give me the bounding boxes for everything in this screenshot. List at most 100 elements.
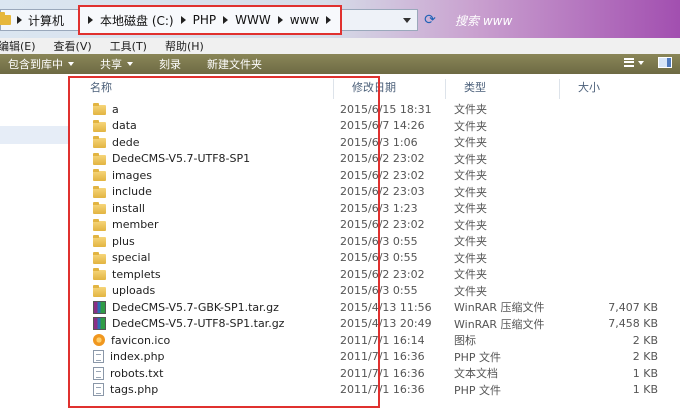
breadcrumb-www[interactable]: www [290,13,319,27]
file-size: 7,407 KB [608,300,658,314]
breadcrumb-drive-c[interactable]: 本地磁盘 (C:) [100,12,174,29]
file-row[interactable]: uploads 2015/6/3 0:55 文件夹 [72,283,680,300]
chevron-right-icon[interactable] [17,16,22,24]
file-row[interactable]: robots.txt 2011/7/1 16:36 文本文档 1 KB [72,365,680,382]
column-date-modified[interactable]: 修改日期 [334,79,446,99]
share-button[interactable]: 共享 [100,56,133,72]
file-name-cell[interactable]: uploads [72,284,334,297]
file-name-cell[interactable]: install [72,202,334,215]
file-row[interactable]: dede 2015/6/3 1:06 文件夹 [72,134,680,151]
file-name-cell[interactable]: index.php [72,350,334,364]
folder-icon [93,169,106,182]
menu-help[interactable]: 帮助(H) [165,38,204,54]
file-type: 文件夹 [454,202,487,216]
file-name-cell[interactable]: plus [72,235,334,248]
chevron-right-icon[interactable] [88,16,93,24]
file-name-cell[interactable]: DedeCMS-V5.7-UTF8-SP1 [72,152,334,165]
file-row[interactable]: templets 2015/6/2 23:02 文件夹 [72,266,680,283]
file-name-cell[interactable]: robots.txt [72,366,334,380]
menu-tools[interactable]: 工具(T) [110,38,147,54]
file-date: 2015/6/15 18:31 [340,102,432,116]
file-name-cell[interactable]: dede [72,136,334,149]
file-name: DedeCMS-V5.7-GBK-SP1.tar.gz [112,300,279,314]
chevron-right-icon[interactable] [180,16,186,24]
folder-icon [93,218,106,231]
column-size[interactable]: 大小 [560,79,680,97]
file-name-cell[interactable]: data [72,119,334,132]
winrar-archive-icon [93,317,106,331]
chevron-right-icon[interactable] [277,16,283,24]
menu-view[interactable]: 查看(V) [54,38,92,54]
file-row[interactable]: DedeCMS-V5.7-GBK-SP1.tar.gz 2015/4/13 11:… [72,299,680,316]
file-name-cell[interactable]: images [72,169,334,182]
file-name: templets [112,267,161,281]
file-row[interactable]: member 2015/6/2 23:02 文件夹 [72,217,680,234]
address-bar: 计算机 本地磁盘 (C:) PHP WWW www ⟳ 搜索 www [0,0,680,38]
file-name-cell[interactable]: DedeCMS-V5.7-UTF8-SP1.tar.gz [72,317,334,331]
share-label: 共享 [100,58,122,71]
menu-edit[interactable]: 编辑(E) [0,38,36,54]
file-type: 文件夹 [454,169,487,183]
file-name-cell[interactable]: DedeCMS-V5.7-GBK-SP1.tar.gz [72,300,334,314]
file-date: 2011/7/1 16:36 [340,350,425,364]
document-icon [93,350,104,364]
file-name-cell[interactable]: special [72,251,334,264]
file-row[interactable]: favicon.ico 2011/7/1 16:14 图标 2 KB [72,332,680,349]
file-row[interactable]: data 2015/6/7 14:26 文件夹 [72,118,680,135]
file-row[interactable]: index.php 2011/7/1 16:36 PHP 文件 2 KB [72,349,680,366]
file-name-cell[interactable]: member [72,218,334,231]
view-details-icon[interactable] [624,57,634,68]
refresh-button[interactable]: ⟳ [419,9,441,31]
file-size: 2 KB [632,333,658,347]
new-folder-button[interactable]: 新建文件夹 [207,56,262,72]
file-rows: a 2015/6/15 18:31 文件夹 data 2015/6/7 14:26 文件夹… [72,101,680,398]
refresh-icon: ⟳ [424,12,436,28]
chevron-down-icon[interactable] [403,17,411,23]
file-row[interactable]: special 2015/6/3 0:55 文件夹 [72,250,680,267]
file-date: 2015/6/3 1:06 [340,135,418,149]
folder-icon [93,235,106,248]
navigation-pane[interactable] [0,74,72,420]
address-prefix[interactable]: 计算机 [0,9,78,31]
file-type: 文件夹 [454,103,487,117]
file-type: 文件夹 [454,119,487,133]
file-name-cell[interactable]: include [72,185,334,198]
breadcrumb-computer[interactable]: 计算机 [28,12,64,29]
column-name[interactable]: 名称 [72,79,334,99]
column-header: 名称 修改日期 类型 大小 [72,79,680,99]
nav-selected-item[interactable] [0,126,68,144]
file-row[interactable]: tags.php 2011/7/1 16:36 PHP 文件 1 KB [72,382,680,399]
file-row[interactable]: a 2015/6/15 18:31 文件夹 [72,101,680,118]
chevron-down-icon [68,62,74,66]
breadcrumb-php[interactable]: PHP [193,13,217,27]
include-in-library-button[interactable]: 包含到库中 [8,56,74,72]
file-name: plus [112,234,135,248]
file-date: 2011/7/1 16:36 [340,383,425,397]
file-row[interactable]: include 2015/6/2 23:03 文件夹 [72,184,680,201]
file-date: 2015/6/3 0:55 [340,251,418,265]
file-row[interactable]: plus 2015/6/3 0:55 文件夹 [72,233,680,250]
file-row[interactable]: DedeCMS-V5.7-UTF8-SP1.tar.gz 2015/4/13 20… [72,316,680,333]
file-row[interactable]: install 2015/6/3 1:23 文件夹 [72,200,680,217]
file-name-cell[interactable]: a [72,103,334,116]
file-name: uploads [112,284,156,298]
file-name: dede [112,135,140,149]
file-name-cell[interactable]: templets [72,268,334,281]
breadcrumb-www-upper[interactable]: WWW [235,13,271,27]
file-date: 2015/6/3 1:23 [340,201,418,215]
search-input[interactable]: 搜索 www [445,9,615,31]
address-dropdown[interactable] [342,9,418,31]
preview-pane-icon[interactable] [658,57,672,68]
chevron-right-icon[interactable] [326,16,332,24]
file-name-cell[interactable]: favicon.ico [72,334,334,347]
file-name: robots.txt [110,366,164,380]
breadcrumb[interactable]: 本地磁盘 (C:) PHP WWW www [78,5,342,35]
burn-button[interactable]: 刻录 [159,56,181,72]
file-date: 2015/6/2 23:02 [340,152,425,166]
file-name-cell[interactable]: tags.php [72,383,334,397]
chevron-right-icon[interactable] [223,16,229,24]
column-type[interactable]: 类型 [446,79,560,99]
file-row[interactable]: images 2015/6/2 23:02 文件夹 [72,167,680,184]
file-row[interactable]: DedeCMS-V5.7-UTF8-SP1 2015/6/2 23:02 文件夹 [72,151,680,168]
chevron-down-icon[interactable] [638,60,644,65]
